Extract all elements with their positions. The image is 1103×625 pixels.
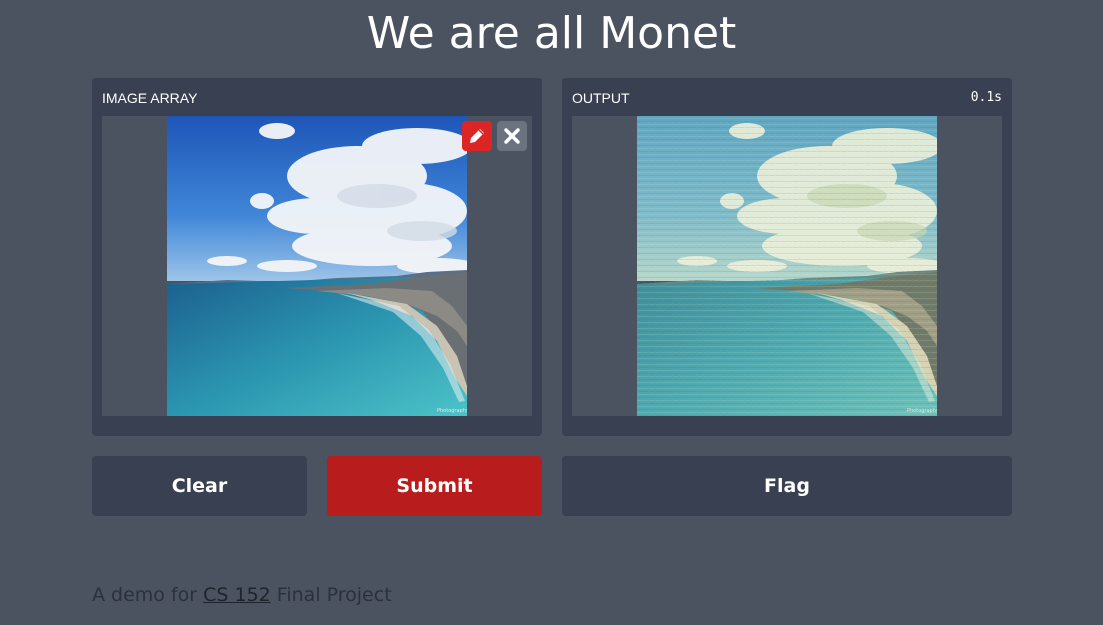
clear-image-button[interactable] <box>497 121 527 151</box>
input-image: Photography <box>167 116 467 416</box>
close-icon <box>504 128 520 144</box>
clear-button[interactable]: Clear <box>92 456 307 516</box>
output-image-area: Photography <box>572 116 1002 416</box>
footer-suffix: Final Project <box>270 584 392 606</box>
output-watermark: Photography <box>907 408 937 414</box>
output-panel: OUTPUT 0.1s Photography <box>562 78 1012 436</box>
course-link[interactable]: CS 152 <box>203 584 271 606</box>
pencil-icon <box>470 129 484 143</box>
input-panel-label: IMAGE ARRAY <box>102 90 198 106</box>
page-title: We are all Monet <box>366 8 737 59</box>
submit-button[interactable]: Submit <box>327 456 542 516</box>
input-watermark: Photography <box>437 408 467 414</box>
inference-time: 0.1s <box>970 90 1002 105</box>
output-panel-label: OUTPUT <box>572 90 630 106</box>
flag-button[interactable]: Flag <box>562 456 1012 516</box>
input-image-area[interactable]: Photography <box>102 116 532 416</box>
edit-button[interactable] <box>462 121 492 151</box>
app-page: We are all Monet IMAGE ARRAY Photography… <box>0 0 1103 625</box>
output-image: Photography <box>637 116 937 416</box>
input-panel: IMAGE ARRAY Photography <box>92 78 542 436</box>
footer-prefix: A demo for <box>92 584 204 606</box>
footer-text: A demo for CS 152 Final Project <box>92 584 392 606</box>
